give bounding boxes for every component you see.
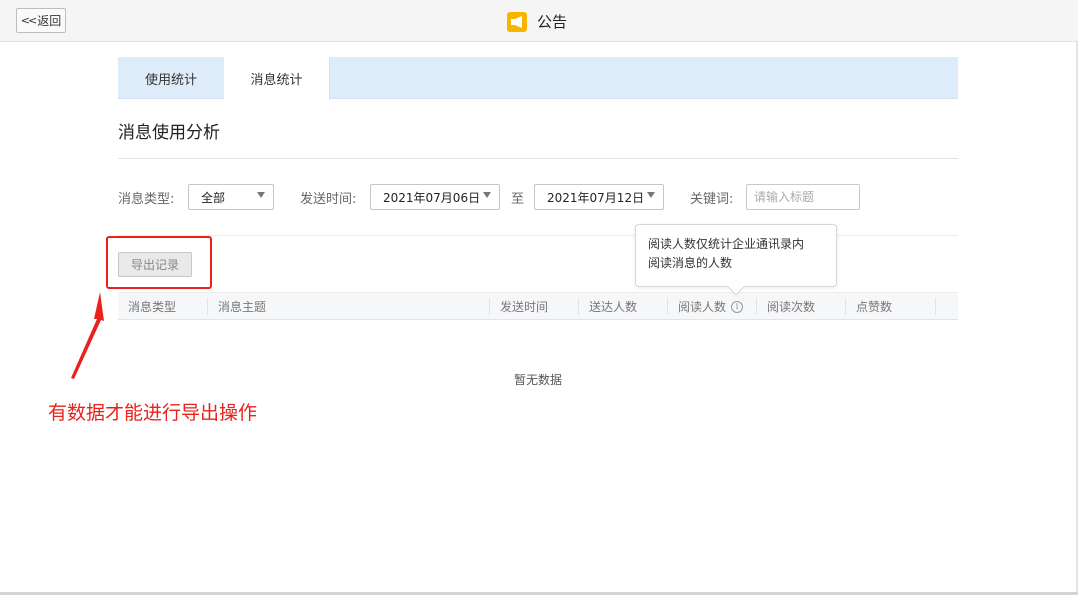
annotation-text: 有数据才能进行导出操作 (48, 402, 258, 424)
page-header: 公告 (507, 11, 567, 32)
start-date-picker[interactable]: 2021年07月06日 (370, 184, 500, 210)
start-date-value: 2021年07月06日 (383, 190, 481, 205)
column-header: 消息类型 (118, 293, 208, 320)
highlight-box (106, 236, 212, 289)
tooltip-line: 阅读消息的人数 (648, 256, 733, 270)
column-header: 点赞数 (846, 293, 936, 320)
top-bar: << 返回 公告 (0, 0, 1078, 42)
megaphone-icon (507, 11, 527, 32)
caret-down-icon (257, 192, 265, 198)
keyword-label: 关键词: (690, 192, 734, 207)
message-type-value: 全部 (201, 190, 226, 205)
tab-bar: 使用统计 消息统计 (118, 57, 958, 100)
tab-usage-stats[interactable]: 使用统计 (118, 57, 224, 99)
section-title: 消息使用分析 (118, 123, 220, 143)
tooltip-line: 阅读人数仅统计企业通讯录内 (648, 237, 805, 251)
keyword-input[interactable] (746, 184, 860, 210)
end-date-picker[interactable]: 2021年07月12日 (534, 184, 664, 210)
back-button[interactable]: << 返回 (16, 8, 66, 33)
info-icon[interactable]: i (731, 300, 744, 313)
table-header: 消息类型 消息主题 发送时间 送达人数 阅读人数 i 阅读次数 点赞数 (118, 292, 958, 320)
column-header: 发送时间 (490, 293, 579, 320)
column-header-read-count: 阅读人数 i (668, 293, 757, 320)
end-date-value: 2021年07月12日 (547, 190, 645, 205)
send-time-label: 发送时间: (300, 192, 357, 207)
column-header: 阅读次数 (757, 293, 846, 320)
message-type-select[interactable]: 全部 (188, 184, 274, 210)
column-header: 消息主题 (208, 293, 490, 320)
tooltip: 阅读人数仅统计企业通讯录内 阅读消息的人数 (635, 224, 837, 296)
double-chevron-left-icon: << (20, 14, 38, 27)
message-type-label: 消息类型: (118, 192, 175, 207)
column-header-label: 阅读人数 (678, 300, 727, 314)
section-divider (118, 158, 958, 159)
page-title: 公告 (537, 13, 568, 31)
back-label: 返回 (37, 14, 62, 28)
empty-state-text: 暂无数据 (514, 373, 563, 387)
date-range-separator: 至 (511, 192, 525, 207)
tab-message-stats[interactable]: 消息统计 (224, 57, 330, 100)
caret-down-icon (647, 192, 655, 198)
caret-down-icon (483, 192, 491, 198)
column-header: 送达人数 (579, 293, 668, 320)
